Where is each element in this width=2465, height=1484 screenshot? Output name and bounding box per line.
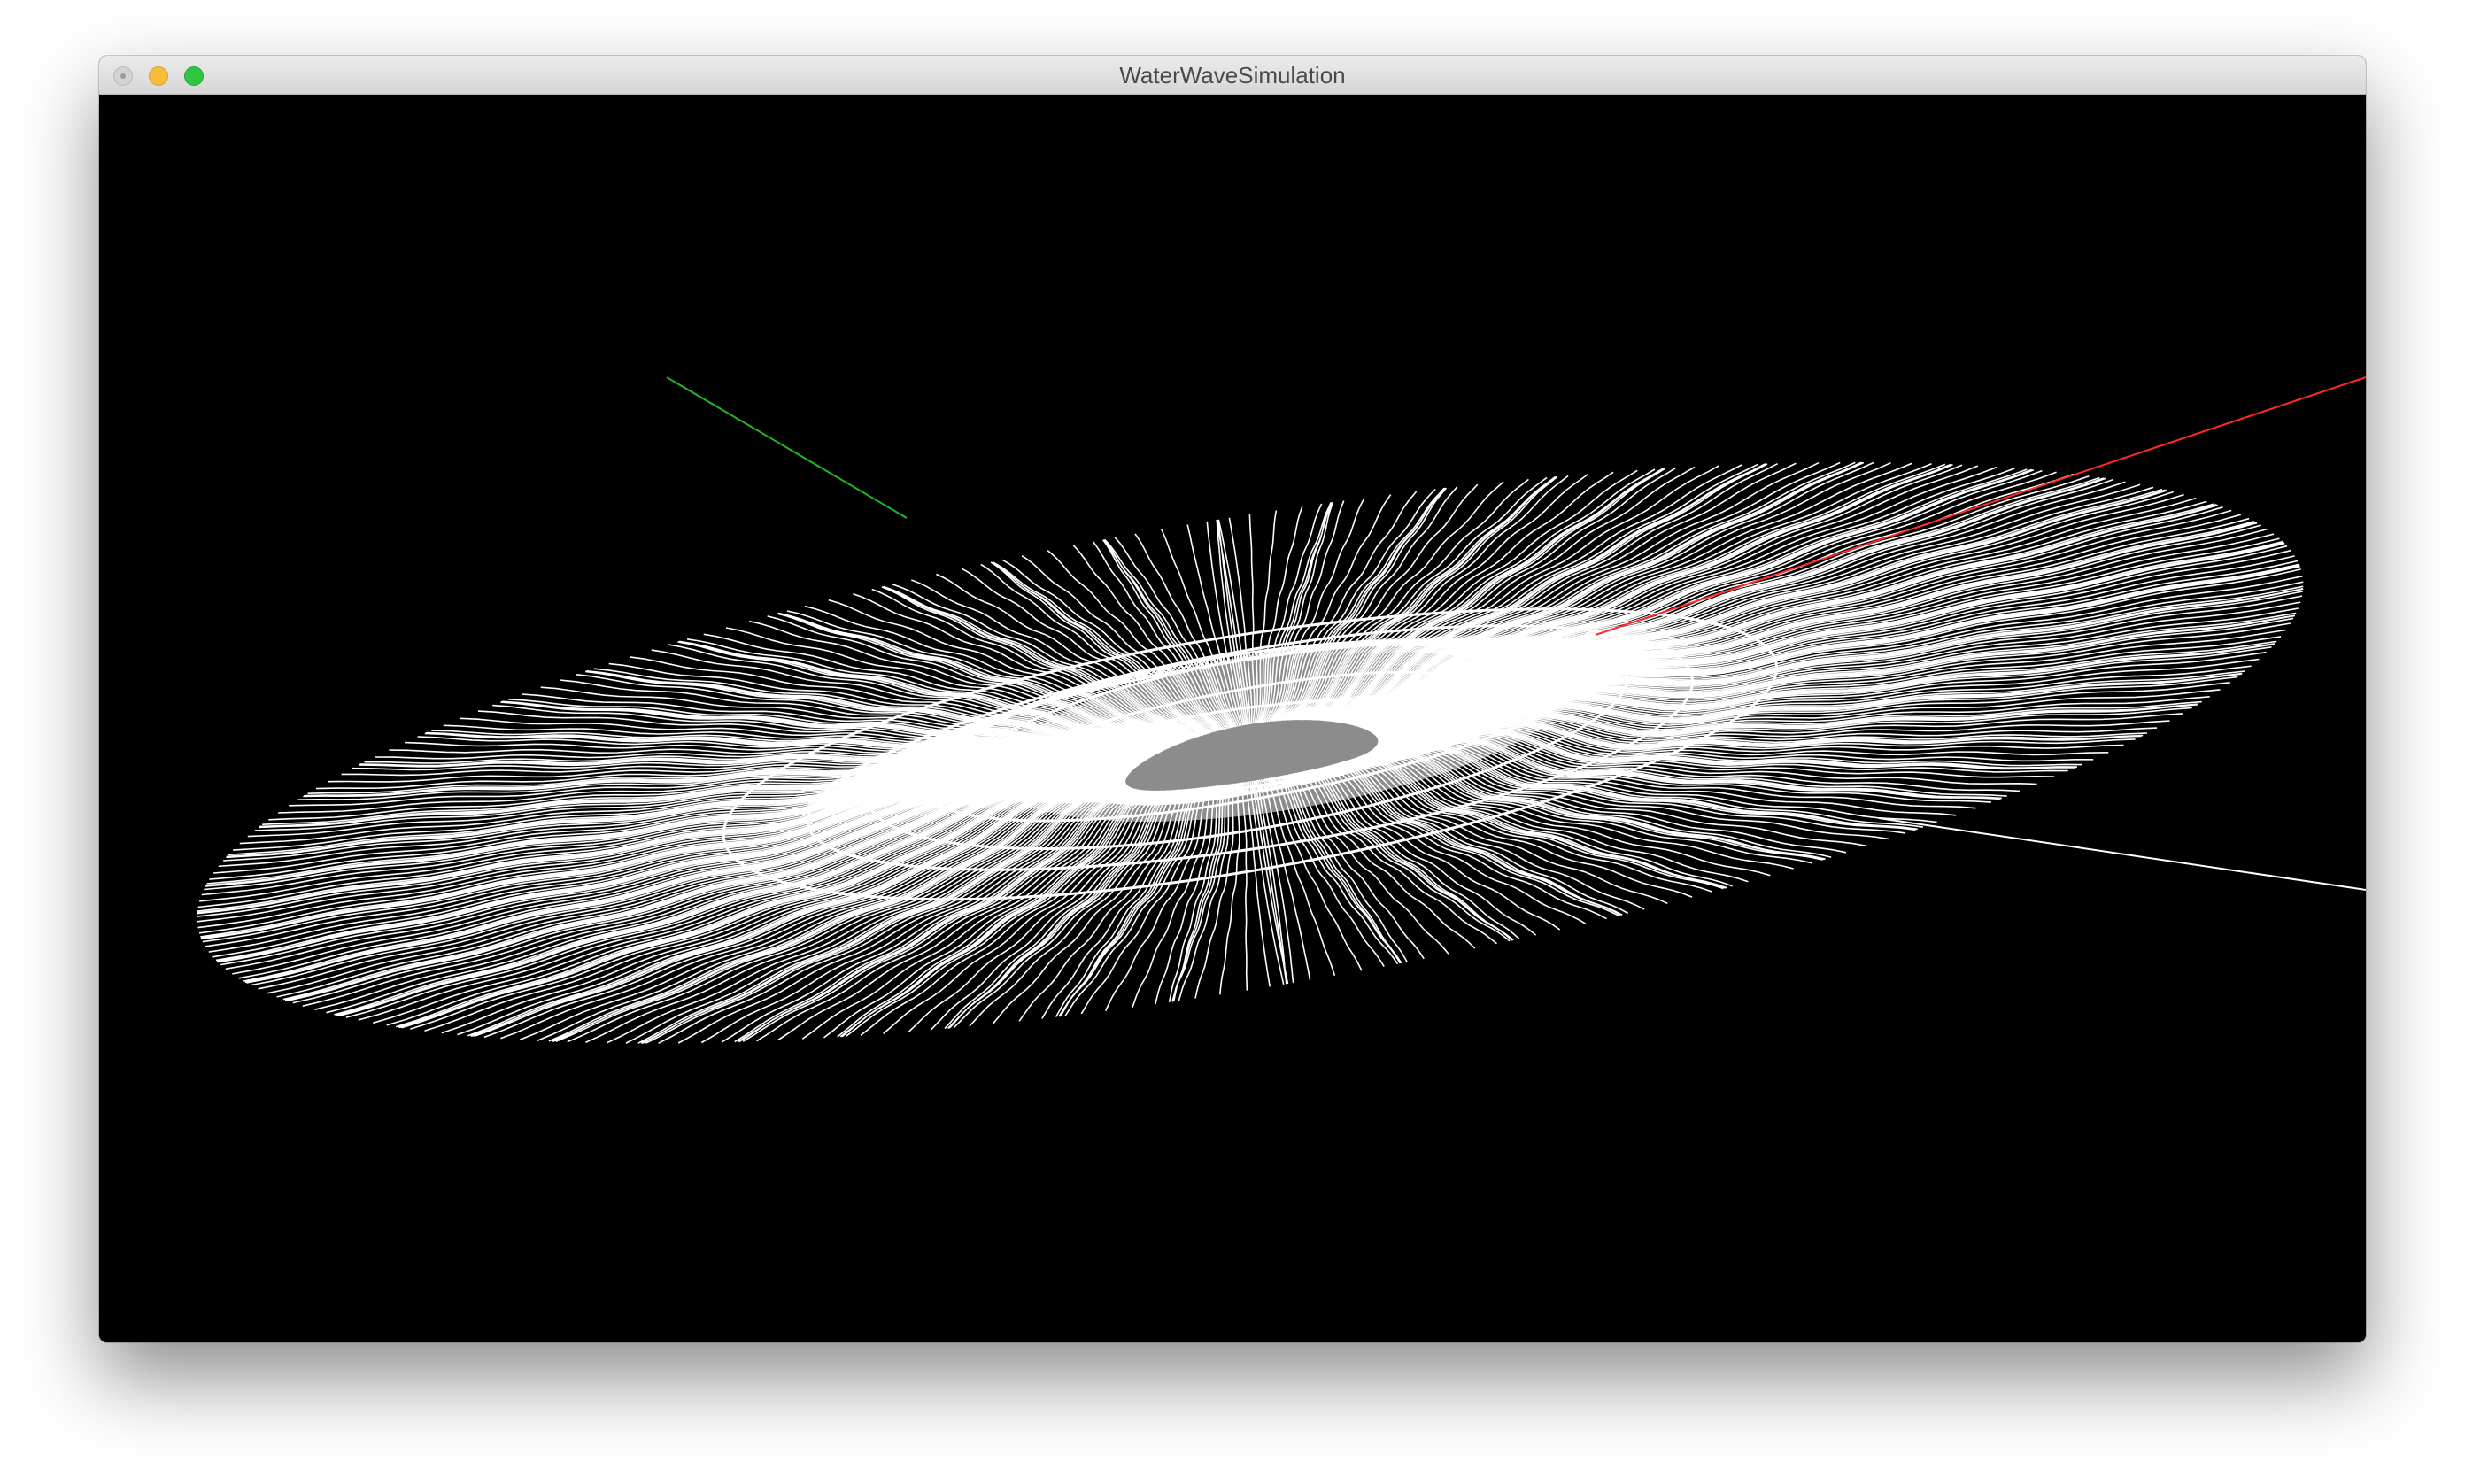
title-bar[interactable]: WaterWaveSimulation xyxy=(99,56,2366,95)
y-axis-line xyxy=(666,376,908,519)
z-axis-line xyxy=(1878,817,2366,891)
water-wave-mesh xyxy=(197,461,2304,1044)
window-title: WaterWaveSimulation xyxy=(1119,62,1346,89)
wave-scene xyxy=(197,376,2366,1044)
app-window: WaterWaveSimulation xyxy=(99,56,2366,1342)
opengl-viewport[interactable] xyxy=(99,95,2366,1342)
